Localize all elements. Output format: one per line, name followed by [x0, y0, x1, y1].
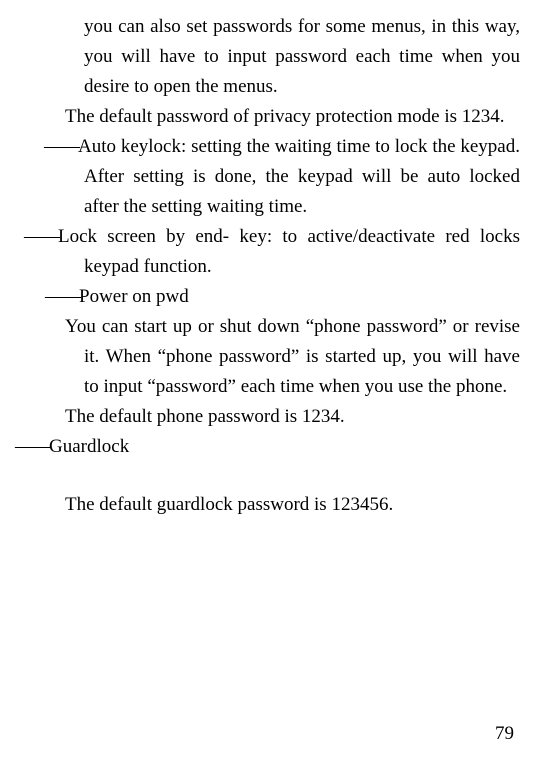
page-number: 79	[495, 719, 514, 749]
item-guardlock: ——Guardlock	[14, 432, 520, 462]
double-dash-icon: ——	[24, 226, 58, 247]
guardlock-default-note: The default guardlock password is 123456…	[14, 490, 520, 520]
item-auto-keylock: ——Auto keylock: setting the waiting time…	[14, 132, 520, 222]
power-on-pwd-body: You can start up or shut down “phone pas…	[14, 312, 520, 402]
auto-keylock-text: Auto keylock: setting the waiting time t…	[78, 136, 520, 217]
item-power-on-pwd: ——Power on pwd	[14, 282, 520, 312]
lock-screen-text: Lock screen by end- key: to active/deact…	[58, 226, 520, 277]
intro-continuation: you can also set passwords for some menu…	[14, 12, 520, 102]
privacy-default-note: The default password of privacy protecti…	[14, 102, 520, 132]
double-dash-icon: ——	[44, 136, 78, 157]
power-on-pwd-title: Power on pwd	[79, 286, 189, 307]
double-dash-icon: ——	[15, 436, 49, 457]
guardlock-title: Guardlock	[49, 436, 129, 457]
page-content: you can also set passwords for some menu…	[14, 12, 520, 520]
double-dash-icon: ——	[45, 286, 79, 307]
phone-default-note: The default phone password is 1234.	[14, 402, 520, 432]
item-lock-screen: ——Lock screen by end- key: to active/dea…	[14, 222, 520, 282]
